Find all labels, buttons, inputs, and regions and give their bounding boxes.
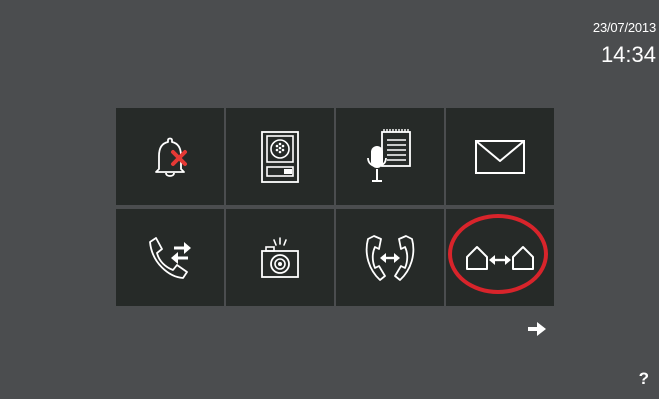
voice-messages-button[interactable] xyxy=(336,108,444,205)
intercom-call-icon xyxy=(365,234,415,281)
intercom-call-button[interactable] xyxy=(336,209,444,306)
envelope-icon xyxy=(475,139,525,174)
date-display: 23/07/2013 xyxy=(592,20,656,35)
time-display: 14:34 xyxy=(600,42,656,67)
house-to-house-icon xyxy=(466,245,534,270)
doorbell-mute-button[interactable] xyxy=(116,108,224,205)
call-transfer-icon xyxy=(149,236,191,279)
doorbell-mute-icon xyxy=(155,137,187,177)
next-page-button[interactable] xyxy=(527,320,547,343)
voice-memo-icon xyxy=(367,128,411,182)
entrance-panel-button[interactable] xyxy=(226,108,334,205)
arrow-right-icon xyxy=(528,322,546,336)
house-intercom-button[interactable] xyxy=(446,209,554,306)
help-button[interactable]: ? xyxy=(639,369,649,389)
camera-icon xyxy=(261,236,299,278)
call-transfer-button[interactable] xyxy=(116,209,224,306)
function-menu-grid xyxy=(116,108,556,306)
entrance-panel-icon xyxy=(261,130,299,183)
messages-button[interactable] xyxy=(446,108,554,205)
photos-button[interactable] xyxy=(226,209,334,306)
